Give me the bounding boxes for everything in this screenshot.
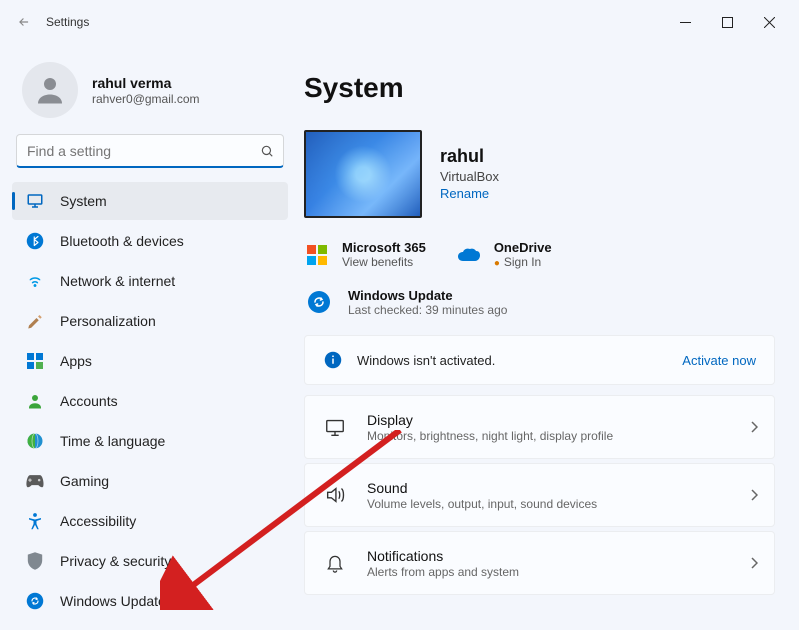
nav-item-accessibility[interactable]: Accessibility (12, 502, 288, 540)
sync-icon (304, 287, 334, 317)
nav-label: System (60, 193, 107, 209)
time-icon (24, 430, 46, 452)
info-icon (323, 350, 343, 370)
user-block[interactable]: rahul verma rahver0@gmail.com (6, 52, 294, 134)
nav-item-network[interactable]: Network & internet (12, 262, 288, 300)
chevron-right-icon (750, 557, 758, 569)
chevron-right-icon (750, 421, 758, 433)
nav-item-update[interactable]: Windows Update (12, 582, 288, 620)
search-icon (260, 144, 274, 158)
chevron-right-icon (750, 489, 758, 501)
search-input[interactable] (16, 134, 284, 168)
update-icon (24, 590, 46, 612)
main-panel: System rahul VirtualBox Rename Microsoft… (300, 44, 799, 630)
microsoft-365-card[interactable]: Microsoft 365 View benefits (304, 240, 426, 269)
accounts-icon (24, 390, 46, 412)
setting-row-notifications[interactable]: NotificationsAlerts from apps and system (304, 531, 775, 595)
nav-label: Gaming (60, 473, 109, 489)
back-button[interactable] (10, 8, 38, 36)
setting-row-sound[interactable]: SoundVolume levels, output, input, sound… (304, 463, 775, 527)
sidebar: rahul verma rahver0@gmail.com System Blue… (0, 44, 300, 630)
onedrive-card[interactable]: OneDrive ●Sign In (456, 240, 552, 269)
apps-icon (24, 350, 46, 372)
rename-link[interactable]: Rename (440, 186, 489, 201)
nav-label: Accounts (60, 393, 118, 409)
display-icon (321, 413, 349, 441)
update-sub: Last checked: 39 minutes ago (348, 303, 507, 317)
device-name: rahul (440, 146, 499, 167)
nav-list: System Bluetooth & devices Network & inter… (6, 180, 294, 622)
nav-item-accounts[interactable]: Accounts (12, 382, 288, 420)
nav-label: Bluetooth & devices (60, 233, 184, 249)
maximize-button[interactable] (715, 10, 739, 34)
privacy-icon (24, 550, 46, 572)
gaming-icon (24, 470, 46, 492)
nav-label: Apps (60, 353, 92, 369)
nav-item-time[interactable]: Time & language (12, 422, 288, 460)
microsoft-365-icon (304, 242, 330, 268)
nav-label: Privacy & security (60, 553, 171, 569)
system-icon (24, 190, 46, 212)
nav-label: Windows Update (60, 593, 166, 609)
device-model: VirtualBox (440, 169, 499, 184)
setting-title: Display (367, 412, 750, 428)
onedrive-icon (456, 242, 482, 268)
close-button[interactable] (757, 10, 781, 34)
page-heading: System (304, 72, 775, 104)
title-bar: Settings (0, 0, 799, 44)
user-name: rahul verma (92, 75, 200, 91)
search-box (16, 134, 284, 168)
nav-label: Network & internet (60, 273, 175, 289)
device-row: rahul VirtualBox Rename (304, 130, 775, 218)
accessibility-icon (24, 510, 46, 532)
ms365-sub: View benefits (342, 255, 426, 269)
activate-now-link[interactable]: Activate now (682, 353, 756, 368)
user-email: rahver0@gmail.com (92, 92, 200, 106)
nav-item-apps[interactable]: Apps (12, 342, 288, 380)
activation-alert: Windows isn't activated. Activate now (304, 335, 775, 385)
minimize-button[interactable] (673, 10, 697, 34)
window-controls (673, 10, 789, 34)
update-title: Windows Update (348, 288, 507, 303)
nav-label: Time & language (60, 433, 165, 449)
nav-label: Personalization (60, 313, 156, 329)
windows-update-card[interactable]: Windows Update Last checked: 39 minutes … (304, 287, 775, 317)
nav-item-privacy[interactable]: Privacy & security (12, 542, 288, 580)
onedrive-sub: ●Sign In (494, 255, 552, 269)
setting-sub: Alerts from apps and system (367, 565, 750, 579)
nav-item-gaming[interactable]: Gaming (12, 462, 288, 500)
onedrive-title: OneDrive (494, 240, 552, 255)
sound-icon (321, 481, 349, 509)
network-icon (24, 270, 46, 292)
nav-item-personalization[interactable]: Personalization (12, 302, 288, 340)
setting-sub: Volume levels, output, input, sound devi… (367, 497, 750, 511)
setting-row-display[interactable]: DisplayMonitors, brightness, night light… (304, 395, 775, 459)
notifications-icon (321, 549, 349, 577)
activation-text: Windows isn't activated. (357, 353, 495, 368)
nav-item-system[interactable]: System (12, 182, 288, 220)
setting-title: Notifications (367, 548, 750, 564)
personalization-icon (24, 310, 46, 332)
setting-title: Sound (367, 480, 750, 496)
device-wallpaper-thumb[interactable] (304, 130, 422, 218)
avatar-icon (22, 62, 78, 118)
bluetooth-icon (24, 230, 46, 252)
nav-label: Accessibility (60, 513, 136, 529)
nav-item-bluetooth[interactable]: Bluetooth & devices (12, 222, 288, 260)
window-title: Settings (46, 15, 89, 29)
ms365-title: Microsoft 365 (342, 240, 426, 255)
setting-sub: Monitors, brightness, night light, displ… (367, 429, 750, 443)
